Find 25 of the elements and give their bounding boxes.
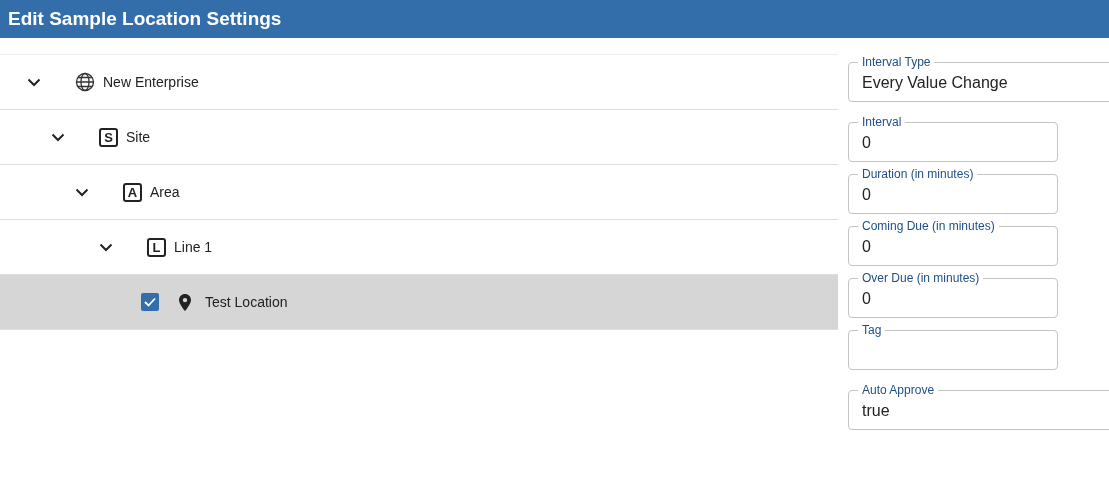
tree-label: Area xyxy=(150,182,180,202)
chevron-icon[interactable] xyxy=(51,132,65,142)
field-label: Over Due (in minutes) xyxy=(858,271,984,285)
tree-label: Line 1 xyxy=(174,237,213,257)
field-label: Interval xyxy=(858,115,906,129)
field-label: Interval Type xyxy=(858,55,935,69)
location-pin-icon xyxy=(179,293,191,311)
field-label: Tag xyxy=(858,323,886,337)
field-label: Duration (in minutes) xyxy=(858,167,978,181)
letter-icon: S xyxy=(99,127,118,147)
globe-icon xyxy=(75,72,95,92)
tree-row[interactable]: Test Location xyxy=(0,275,838,330)
chevron-icon[interactable] xyxy=(75,187,89,197)
letter-icon: A xyxy=(123,182,142,202)
tree-label: New Enterprise xyxy=(103,72,199,92)
field-label: Auto Approve xyxy=(858,383,939,397)
tree-label: Test Location xyxy=(205,292,288,312)
chevron-icon[interactable] xyxy=(27,77,41,87)
chevron-icon[interactable] xyxy=(99,242,113,252)
letter-icon: L xyxy=(147,237,166,257)
check-icon xyxy=(144,297,156,307)
field-label: Coming Due (in minutes) xyxy=(858,219,999,233)
window-title: Edit Sample Location Settings xyxy=(8,6,282,31)
checkbox[interactable] xyxy=(141,293,159,311)
tree-label: Site xyxy=(126,127,151,147)
